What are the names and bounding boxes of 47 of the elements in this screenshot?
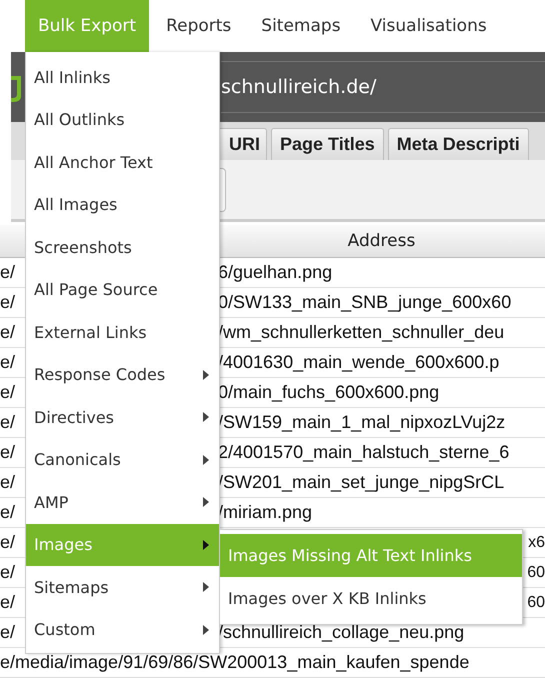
table-cell: e/media/image/91/69/86/SW200013_main_kaufen_spende — [0, 652, 470, 673]
tab[interactable]: Meta Descripti — [388, 128, 529, 160]
table-cell: 60 — [527, 564, 545, 582]
table-cell: /schnullireich_collage_neu.png — [218, 622, 464, 643]
table-cell: /SW201_main_set_junge_nipgSrCL — [218, 472, 504, 493]
url-field[interactable]: schnullireich.de/ — [221, 61, 545, 113]
menu-item[interactable]: All Page Source — [26, 268, 219, 311]
table-cell-text: e/ — [0, 292, 16, 313]
table-cell: 0/main_fuchs_600x600.png — [218, 382, 440, 403]
table-cell: 60 — [527, 594, 545, 612]
table-cell-text: e/ — [0, 442, 16, 463]
url-text: schnullireich.de/ — [221, 76, 376, 98]
menu-item[interactable]: Sitemaps — [26, 566, 219, 608]
table-cell: 0/SW133_main_SNB_junge_600x60 — [218, 292, 512, 313]
column-header[interactable]: Address — [218, 225, 545, 257]
menu-item[interactable]: Visualisations — [358, 0, 500, 52]
menu-item[interactable]: Directives — [26, 396, 219, 438]
table-cell-text: e/ — [0, 532, 16, 553]
menu-item[interactable]: All Images — [26, 184, 219, 226]
menu-item[interactable]: Canonicals — [26, 438, 219, 481]
table-cell-text: e/ — [0, 262, 16, 283]
menu-item[interactable]: Sitemaps — [248, 0, 354, 52]
table-cell: 6/guelhan.png — [218, 262, 332, 283]
table-cell-text: e/ — [0, 382, 16, 403]
table-cell-text: e/ — [0, 472, 16, 493]
table-cell: x6 — [528, 534, 545, 552]
menu-item[interactable]: Images over X KB Inlinks — [220, 577, 522, 620]
table-cell-text: e/ — [0, 622, 16, 643]
table-cell: /wm_schnullerketten_schnuller_deu — [218, 322, 504, 343]
menu-item[interactable]: AMP — [26, 481, 219, 524]
table-cell: 2/4001570_main_halstuch_sterne_6 — [218, 442, 510, 463]
menu-item[interactable]: Response Codes — [26, 354, 219, 396]
table-cell-text: e/ — [0, 412, 16, 433]
menu-item[interactable]: Custom — [26, 608, 219, 651]
table-cell: /SW159_main_1_mal_nipxozLVuj2z — [218, 412, 506, 433]
table-cell-text: e/ — [0, 352, 16, 373]
menu-item[interactable]: Screenshots — [26, 226, 219, 268]
table-cell-text: e/ — [0, 322, 16, 343]
menu-item[interactable]: External Links — [26, 311, 219, 354]
table-cell-text: e/ — [0, 562, 16, 583]
menu-item[interactable]: All Inlinks — [26, 56, 219, 98]
menu-item[interactable]: Reports — [153, 0, 244, 52]
tab[interactable]: Page Titles — [271, 128, 384, 160]
table-cell-text: e/ — [0, 502, 16, 523]
table-cell-text: e/ — [0, 592, 16, 613]
table-cell: /miriam.png — [218, 502, 312, 523]
table-cell: /4001630_main_wende_600x600.p — [218, 352, 500, 373]
